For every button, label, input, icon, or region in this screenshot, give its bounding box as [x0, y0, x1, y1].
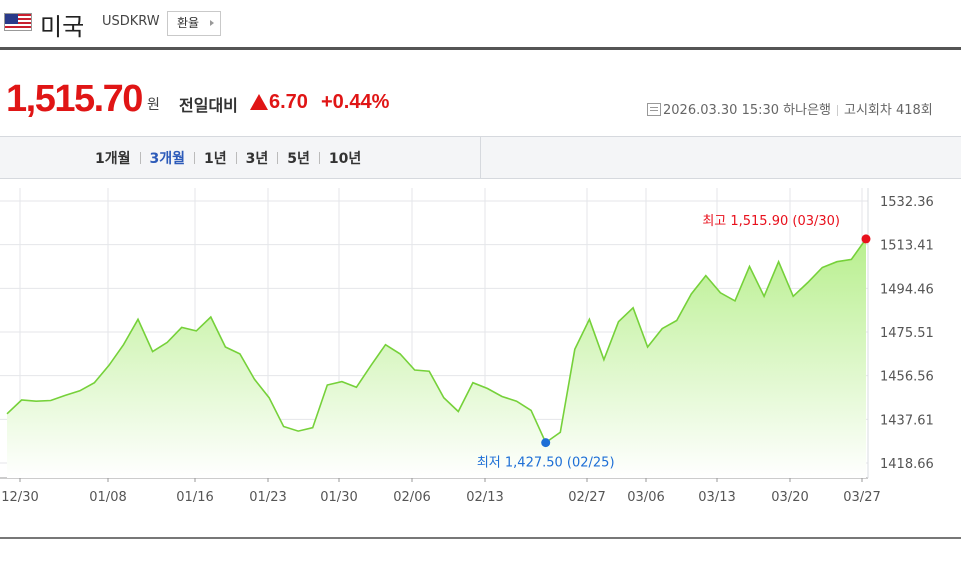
chevron-right-icon — [210, 20, 214, 26]
y-tick-label: 1532.36 — [880, 195, 934, 210]
price-unit: 원 — [147, 97, 160, 113]
x-axis-ticks: 12/30 01/08 01/16 01/23 01/30 02/06 02/13 02/27… — [1, 490, 880, 505]
tab-separator — [139, 152, 141, 164]
y-tick-label: 1513.41 — [880, 239, 934, 254]
tab-separator — [194, 152, 196, 164]
period-tabs: 1개월 3개월 1년 3년 5년 10년 — [95, 148, 361, 168]
quote-meta: 2026.03.30 15:30 하나은행 고시회차 418회 — [647, 99, 933, 118]
up-triangle-icon — [250, 94, 268, 110]
high-point-marker — [861, 234, 871, 244]
country-name: 미국 — [40, 13, 85, 41]
change-percent: +0.44% — [321, 91, 390, 113]
tab-separator — [318, 152, 320, 164]
x-tick-label: 03/27 — [843, 490, 880, 505]
exchange-rate-chart[interactable]: 1532.36 1513.41 1494.46 1475.51 1456.56 1437.… — [0, 188, 961, 518]
tab-1-month[interactable]: 1개월 — [95, 148, 131, 168]
tab-5-years[interactable]: 5년 — [287, 148, 310, 168]
quote-datetime: 2026.03.30 15:30 — [663, 103, 780, 118]
us-flag-icon — [4, 13, 32, 31]
x-tick-label: 03/13 — [698, 490, 735, 505]
tab-3-years[interactable]: 3년 — [246, 148, 269, 168]
y-tick-label: 1494.46 — [880, 282, 934, 297]
tab-separator — [235, 152, 237, 164]
tab-bar-divider — [480, 137, 481, 178]
chart-area-fill — [7, 238, 866, 478]
x-tick-label: 01/08 — [89, 490, 126, 505]
y-tick-label: 1437.61 — [880, 413, 934, 428]
x-tick-label: 01/30 — [320, 490, 357, 505]
tab-separator — [277, 152, 279, 164]
meta-separator — [837, 105, 839, 116]
tab-1-year[interactable]: 1년 — [204, 148, 227, 168]
x-tick-label: 02/06 — [393, 490, 430, 505]
x-tick-label: 12/30 — [1, 490, 38, 505]
exchange-rate-button[interactable]: 환율 — [167, 11, 221, 36]
tab-10-years[interactable]: 10년 — [329, 148, 361, 168]
bottom-divider — [0, 537, 961, 539]
x-tick-label: 03/20 — [771, 490, 808, 505]
x-tick-label: 03/06 — [627, 490, 664, 505]
header-divider — [0, 47, 961, 50]
x-tick-label: 01/16 — [176, 490, 213, 505]
period-tab-bar: 1개월 3개월 1년 3년 5년 10년 — [0, 136, 961, 179]
low-point-marker — [541, 438, 551, 448]
y-tick-label: 1475.51 — [880, 326, 934, 341]
x-tick-label: 01/23 — [249, 490, 286, 505]
y-axis-ticks: 1532.36 1513.41 1494.46 1475.51 1456.56 1437.… — [880, 195, 934, 472]
document-icon — [647, 103, 661, 116]
quote-bank: 하나은행 — [783, 103, 832, 118]
change-label: 전일대비 — [179, 96, 238, 115]
y-tick-label: 1456.56 — [880, 370, 934, 385]
change-value: 6.70 — [269, 91, 308, 113]
high-point-label: 최고 1,515.90 (03/30) — [702, 214, 840, 229]
x-tick-label: 02/27 — [568, 490, 605, 505]
low-point-label: 최저 1,427.50 (02/25) — [477, 456, 615, 471]
ticker-symbol: USDKRW — [102, 14, 160, 29]
header: 미국 USDKRW 환율 — [0, 0, 961, 48]
y-tick-label: 1418.66 — [880, 457, 934, 472]
exchange-rate-button-label: 환율 — [177, 16, 200, 30]
quote-summary: 1,515.70 원 전일대비 6.70 +0.44% 2026.03.30 1… — [0, 78, 961, 122]
current-price: 1,515.70 — [6, 78, 143, 120]
tab-3-months[interactable]: 3개월 — [150, 148, 186, 168]
x-tick-label: 02/13 — [466, 490, 503, 505]
quote-notice: 고시회차 418회 — [844, 103, 933, 118]
